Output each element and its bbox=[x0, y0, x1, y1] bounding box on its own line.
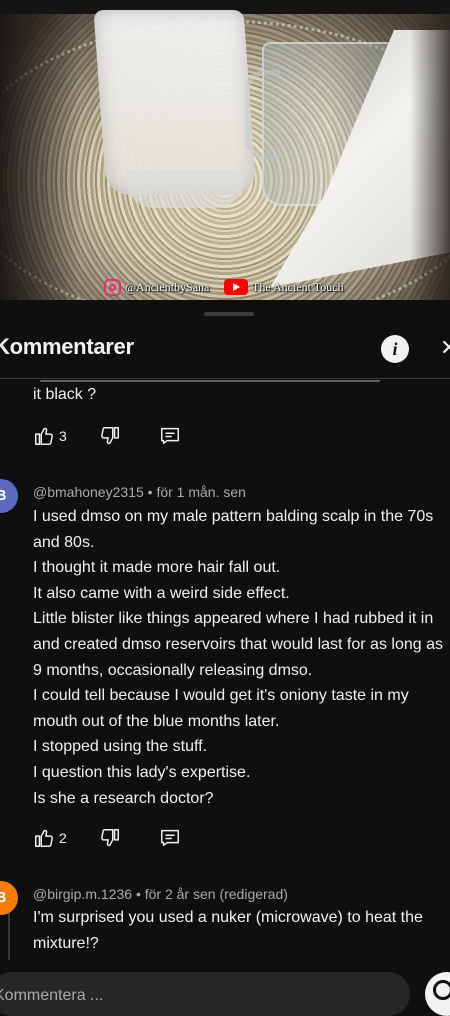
comment-author[interactable]: @birgip.m.1236 bbox=[33, 886, 132, 902]
instagram-icon bbox=[104, 278, 121, 296]
comment-actions: 2 bbox=[33, 825, 181, 851]
like-count: 2 bbox=[59, 830, 67, 846]
reply-button[interactable] bbox=[159, 827, 181, 849]
video-frame-blender-base bbox=[125, 170, 245, 208]
like-count: 3 bbox=[59, 428, 67, 444]
instagram-watermark: @AncientbySana bbox=[104, 277, 209, 297]
panel-title: Kommentarer bbox=[0, 334, 134, 359]
comment-meta: @birgip.m.1236 • för 2 år sen (redigerad… bbox=[33, 886, 288, 902]
thumbs-up-icon bbox=[35, 829, 53, 847]
comment-time: för 2 år sen (redigerad) bbox=[144, 886, 288, 902]
like-button[interactable]: 2 bbox=[33, 827, 67, 849]
reply-button[interactable] bbox=[159, 425, 181, 447]
comment-text: I'm surprised you used a nuker (microwav… bbox=[33, 909, 423, 952]
comment-author[interactable]: @bmahoney2315 bbox=[33, 484, 144, 500]
close-icon[interactable]: ✕ bbox=[440, 334, 450, 362]
thumbs-down-icon bbox=[100, 427, 119, 445]
youtube-channel: The Ancient Touch bbox=[252, 279, 344, 294]
thumbs-down-icon bbox=[100, 829, 119, 847]
meta-separator: • bbox=[147, 484, 153, 500]
comment-composer: Kommentera ... bbox=[0, 972, 450, 1016]
instagram-handle: @AncientbySana bbox=[125, 279, 210, 294]
comment-meta: @bmahoney2315 • för 1 mån. sen bbox=[33, 484, 246, 500]
video-shadow bbox=[0, 14, 80, 300]
video-frame-blender bbox=[93, 10, 257, 195]
info-icon[interactable]: i bbox=[381, 335, 409, 363]
youtube-watermark: The Ancient Touch bbox=[224, 277, 344, 297]
meta-separator: • bbox=[135, 886, 141, 902]
comment-input-placeholder: Kommentera ... bbox=[0, 987, 104, 1004]
dislike-button[interactable] bbox=[99, 827, 121, 849]
emoji-icon[interactable] bbox=[425, 972, 450, 1016]
comment-text: it black ? bbox=[33, 386, 97, 403]
video-shadow-right bbox=[410, 14, 450, 300]
comments-panel: Kommentarer i ✕ it black ? 3 B @bmahoney… bbox=[0, 300, 450, 1000]
avatar[interactable]: B bbox=[0, 479, 18, 513]
reply-icon bbox=[160, 427, 179, 445]
youtube-icon bbox=[224, 279, 248, 295]
like-button[interactable]: 3 bbox=[33, 425, 67, 447]
avatar[interactable]: B bbox=[0, 881, 18, 915]
comment-input[interactable]: Kommentera ... bbox=[0, 972, 410, 1016]
reply-icon bbox=[160, 829, 179, 847]
dislike-button[interactable] bbox=[99, 425, 121, 447]
drag-handle[interactable] bbox=[204, 312, 254, 316]
comment-time: för 1 mån. sen bbox=[156, 484, 246, 500]
video-player[interactable]: @AncientbySana The Ancient Touch bbox=[0, 0, 450, 300]
thumbs-up-icon bbox=[35, 427, 53, 445]
comment-actions: 3 bbox=[33, 423, 181, 449]
comment-text: I used dmso on my male pattern balding s… bbox=[33, 508, 443, 807]
